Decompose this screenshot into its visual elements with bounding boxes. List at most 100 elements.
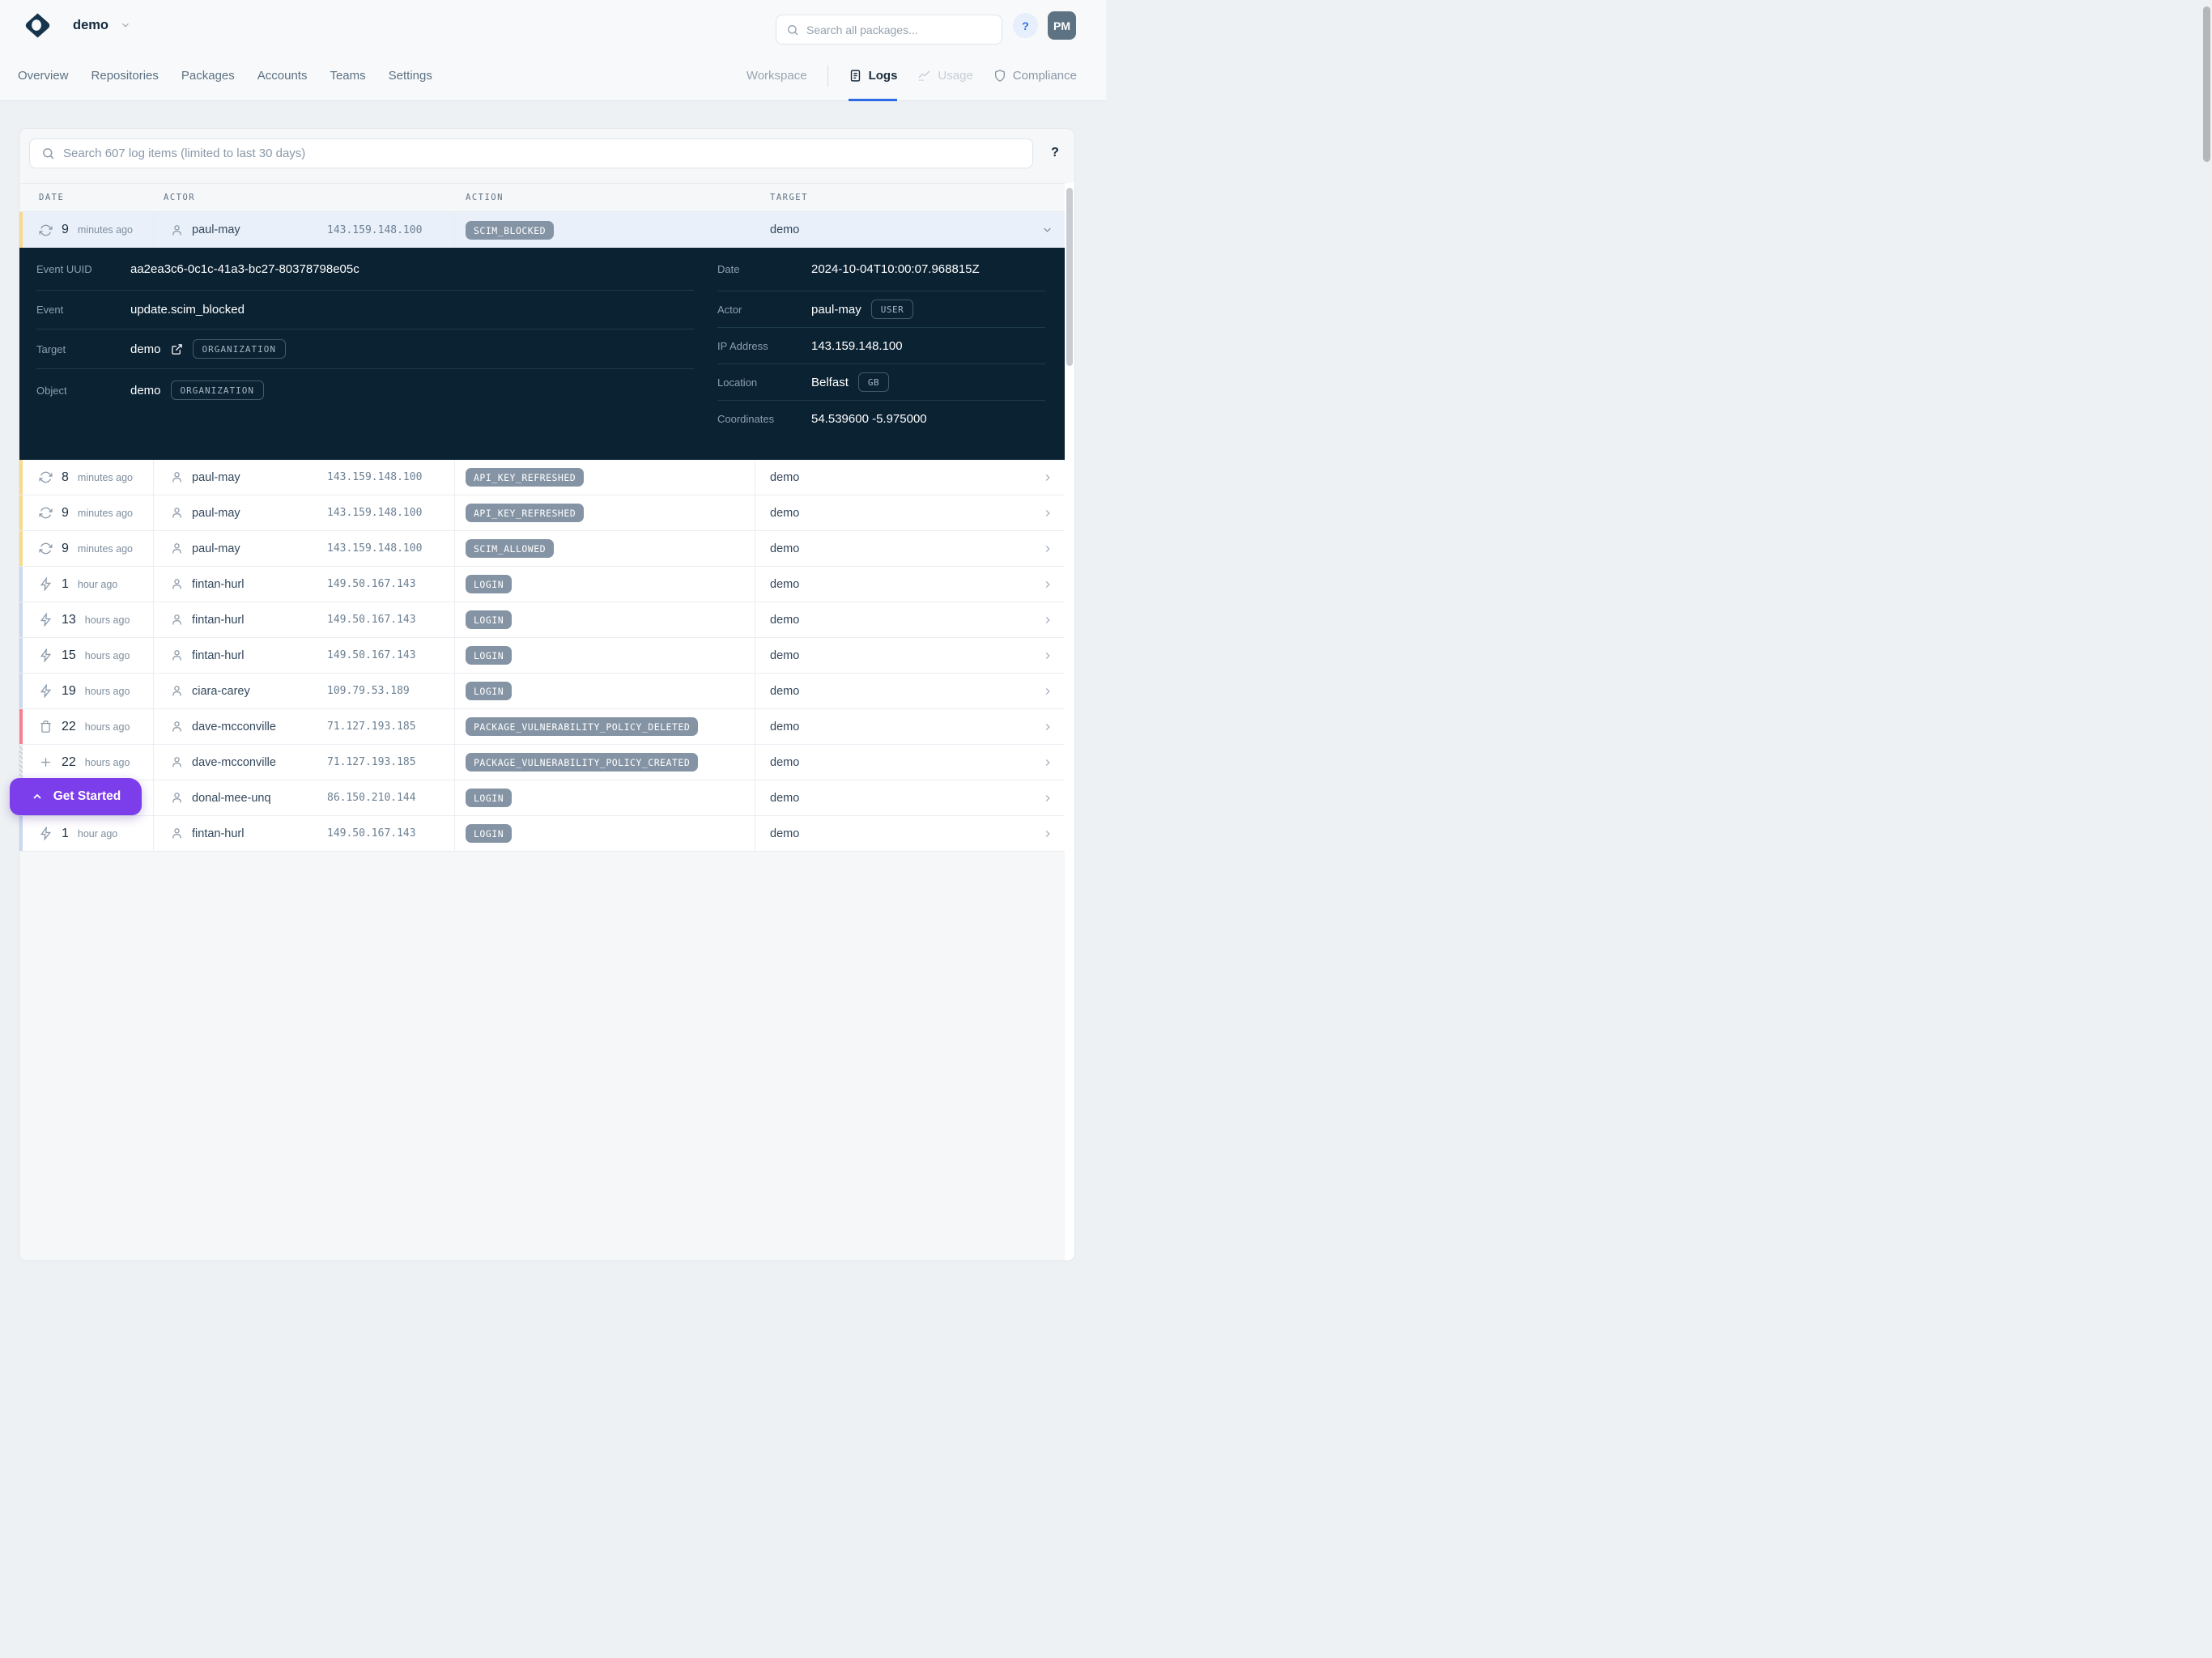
coordinates-value: 54.539600 -5.975000	[811, 412, 927, 426]
chevron-right-icon[interactable]	[1042, 472, 1053, 483]
nav-item-accounts[interactable]: Accounts	[257, 69, 308, 83]
actor-name[interactable]: fintan-hurl	[192, 827, 244, 840]
field-label: IP Address	[717, 340, 811, 352]
column-header-actor: ACTOR	[154, 193, 455, 202]
table-row[interactable]: 1 hour ago fintan-hurl 149.50.167.143 LO…	[19, 567, 1066, 602]
tab-compliance[interactable]: Compliance	[993, 50, 1077, 101]
target-name: demo	[770, 792, 799, 805]
actor-name[interactable]: fintan-hurl	[192, 649, 244, 662]
person-icon	[170, 684, 184, 698]
table-row[interactable]: 22 hours ago dave-mcconville 71.127.193.…	[19, 745, 1066, 780]
actor-ip: 143.159.148.100	[327, 471, 422, 483]
ip-address-value: 143.159.148.100	[811, 339, 903, 353]
table-scrollbar-thumb[interactable]	[1066, 188, 1073, 366]
topbar: demo ? PM	[0, 0, 1106, 50]
actor-name[interactable]: ciara-carey	[192, 685, 250, 698]
table-row[interactable]: 15 hours ago fintan-hurl 149.50.167.143 …	[19, 638, 1066, 674]
log-search-input[interactable]	[63, 147, 1021, 160]
tab-logs[interactable]: Logs	[849, 50, 898, 101]
chevron-right-icon[interactable]	[1042, 543, 1053, 555]
action-badge: LOGIN	[466, 575, 512, 593]
action-badge: LOGIN	[466, 646, 512, 665]
actor-name[interactable]: dave-mcconville	[192, 721, 276, 733]
chevron-right-icon[interactable]	[1042, 508, 1053, 519]
actor-value: paul-may	[811, 303, 861, 317]
chevron-down-icon[interactable]	[1041, 224, 1053, 236]
cloudsmith-logo-icon[interactable]	[24, 12, 51, 39]
logs-card: ? DATE ACTOR ACTION TARGET 9 minutes ago…	[19, 128, 1075, 1261]
table-row[interactable]: 1 hour ago fintan-hurl 149.50.167.143 LO…	[19, 816, 1066, 852]
help-button[interactable]: ?	[1013, 13, 1038, 38]
nav-item-packages[interactable]: Packages	[181, 69, 235, 83]
nav-item-overview[interactable]: Overview	[18, 69, 69, 83]
time-unit: minutes ago	[78, 508, 133, 519]
nav-item-repositories[interactable]: Repositories	[91, 69, 159, 83]
table-row[interactable]: 22 hours ago dave-mcconville 71.127.193.…	[19, 709, 1066, 745]
org-switcher[interactable]: demo	[73, 0, 131, 50]
chevron-right-icon[interactable]	[1042, 686, 1053, 697]
table-row[interactable]: 19 hours ago ciara-carey 109.79.53.189 L…	[19, 674, 1066, 709]
time-value: 1	[62, 577, 69, 592]
page-scrollbar-thumb[interactable]	[2203, 6, 2210, 162]
time-value: 22	[62, 755, 76, 770]
time-unit: minutes ago	[78, 472, 133, 483]
time-value: 13	[62, 613, 76, 627]
object-type-badge: ORGANIZATION	[171, 380, 264, 400]
time-unit: hours ago	[85, 757, 130, 768]
chevron-right-icon[interactable]	[1042, 828, 1053, 840]
actor-name[interactable]: paul-may	[192, 471, 240, 484]
get-started-button[interactable]: Get Started	[10, 778, 142, 815]
shield-icon	[993, 69, 1006, 83]
bolt-icon	[39, 577, 53, 591]
actor-type-badge: USER	[871, 300, 914, 319]
user-avatar[interactable]: PM	[1048, 11, 1076, 40]
table-row[interactable]: donal-mee-unq 86.150.210.144 LOGIN demo	[19, 780, 1066, 816]
chevron-right-icon[interactable]	[1042, 579, 1053, 590]
nav-item-teams[interactable]: Teams	[330, 69, 365, 83]
log-search	[29, 138, 1033, 168]
field-label: Target	[36, 343, 130, 355]
person-icon	[170, 791, 184, 805]
time-value: 15	[62, 648, 76, 663]
chevron-right-icon[interactable]	[1042, 757, 1053, 768]
nav-row: Overview Repositories Packages Accounts …	[0, 50, 1106, 100]
tab-usage[interactable]: Usage	[917, 50, 972, 101]
table-row[interactable]: 9 minutes ago paul-may 143.159.148.100 S…	[19, 531, 1066, 567]
actor-name[interactable]: paul-may	[192, 542, 240, 555]
target-name: demo	[770, 827, 799, 840]
target-name: demo	[770, 471, 799, 484]
external-link-icon[interactable]	[171, 343, 183, 355]
chevron-right-icon[interactable]	[1042, 614, 1053, 626]
log-help-button[interactable]: ?	[1046, 143, 1064, 163]
chevron-right-icon[interactable]	[1042, 650, 1053, 661]
target-name: demo	[770, 756, 799, 769]
actor-name[interactable]: dave-mcconville	[192, 756, 276, 769]
table-body: 9 minutes ago paul-may 143.159.148.100 S…	[19, 212, 1066, 852]
actor-ip: 86.150.210.144	[327, 792, 416, 804]
event-uuid-value: aa2ea3c6-0c1c-41a3-bc27-80378798e05c	[130, 262, 359, 276]
table-row[interactable]: 13 hours ago fintan-hurl 149.50.167.143 …	[19, 602, 1066, 638]
table-row[interactable]: 9 minutes ago paul-may 143.159.148.100 S…	[19, 212, 1066, 248]
table-row[interactable]: 9 minutes ago paul-may 143.159.148.100 A…	[19, 495, 1066, 531]
time-unit: hours ago	[85, 721, 130, 733]
table-header: DATE ACTOR ACTION TARGET	[19, 183, 1066, 212]
sync-icon	[39, 506, 53, 520]
nav-item-settings[interactable]: Settings	[389, 69, 432, 83]
view-tabs: Workspace Logs Usage Compliance	[747, 50, 1077, 101]
chevron-right-icon[interactable]	[1042, 721, 1053, 733]
actor-name[interactable]: paul-may	[192, 223, 240, 236]
person-icon	[170, 223, 184, 237]
actor-name[interactable]: donal-mee-unq	[192, 792, 271, 805]
actor-name[interactable]: fintan-hurl	[192, 578, 244, 591]
actor-name[interactable]: fintan-hurl	[192, 614, 244, 627]
package-search-input[interactable]	[806, 23, 992, 36]
target-name: demo	[770, 507, 799, 520]
table-row[interactable]: 8 minutes ago paul-may 143.159.148.100 A…	[19, 460, 1066, 495]
bolt-icon	[39, 648, 53, 662]
column-header-date: DATE	[19, 193, 154, 202]
actor-name[interactable]: paul-may	[192, 507, 240, 520]
org-name: demo	[73, 18, 108, 33]
sync-icon	[39, 470, 53, 484]
chevron-right-icon[interactable]	[1042, 793, 1053, 804]
target-name: demo	[770, 223, 799, 236]
